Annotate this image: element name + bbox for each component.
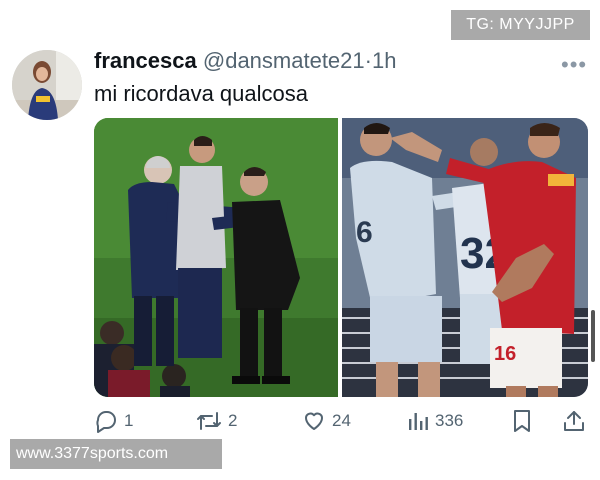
shirt-number-right: 16 [494,343,516,365]
like-button[interactable]: 24 [302,408,351,434]
share-icon [562,409,586,433]
tweet-time[interactable]: 1h [372,48,396,73]
header-separator: · [364,48,372,73]
views-button[interactable]: 336 [407,408,463,434]
watermark-bottom: www.3377sports.com [10,439,222,469]
bookmark-icon [512,409,532,433]
bookmark-button[interactable] [512,408,532,434]
tweet-media[interactable]: 6 32 16 [94,118,588,397]
tweet-actions: 1 2 24 336 [94,408,588,434]
repost-icon [196,409,222,433]
tweet-text: mi ricordava qualcosa [94,81,308,106]
heart-icon [302,409,326,433]
watermark-top: TG: MYYJJPP [451,10,590,40]
reply-count: 1 [124,411,134,430]
repost-button[interactable]: 2 [196,408,237,434]
photo-left[interactable] [94,118,338,397]
avatar[interactable] [12,50,82,120]
photo-right[interactable]: 6 32 16 [342,118,588,397]
repost-count: 2 [228,411,238,430]
scrollbar-thumb[interactable] [591,310,595,362]
author-name[interactable]: francesca [94,48,197,73]
reply-icon [94,409,118,433]
like-count: 24 [332,411,351,430]
reply-button[interactable]: 1 [94,408,133,434]
share-button[interactable] [562,408,586,434]
more-options-icon[interactable]: ••• [561,52,587,78]
shirt-number-left: 6 [356,216,373,249]
views-icon [407,409,429,433]
author-handle[interactable]: @dansmatete21 [203,48,365,73]
tweet-header: francesca @dansmatete21·1h [94,48,396,74]
views-count: 336 [435,411,464,430]
